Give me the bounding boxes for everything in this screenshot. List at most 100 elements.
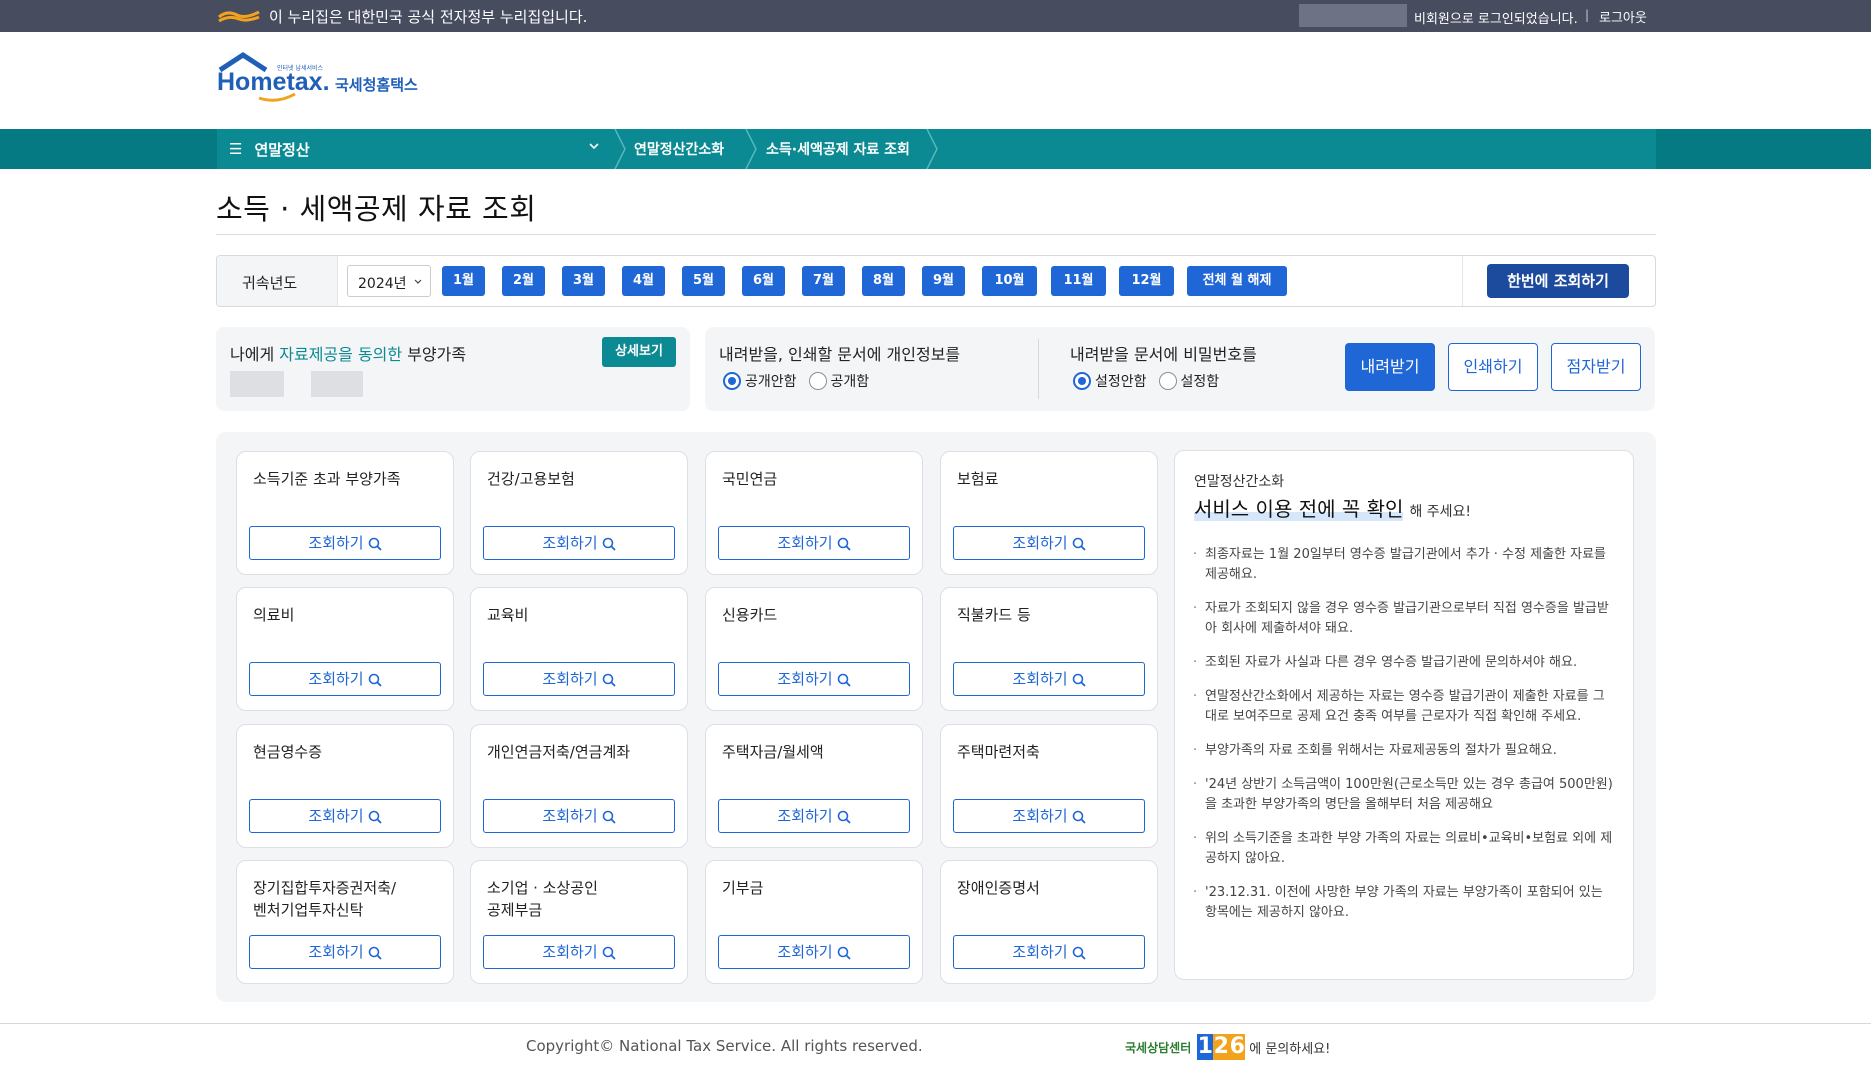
notice-headline: 서비스 이용 전에 꼭 확인 해 주세요! [1194,497,1472,521]
login-status: 비회원으로 로그인되었습니다. [1414,12,1578,27]
search-icon [837,946,851,960]
card-title: 주택자금/월세액 [722,743,824,761]
category-card-debit-card: 직불카드 등 조회하기 [940,587,1158,711]
month-button-8[interactable]: 8월 [862,266,905,296]
password-off-radio[interactable] [1073,372,1091,390]
card-title: 소득기준 초과 부양가족 [253,470,401,488]
card-title: 교육비 [487,606,529,624]
query-button[interactable]: 조회하기 [249,662,441,696]
privacy-hide-radio[interactable] [723,372,741,390]
query-button[interactable]: 조회하기 [953,662,1145,696]
search-icon [368,537,382,551]
query-button[interactable]: 조회하기 [249,799,441,833]
month-button-12[interactable]: 12월 [1119,266,1174,296]
title-divider [216,234,1656,235]
query-button[interactable]: 조회하기 [483,526,675,560]
month-button-4[interactable]: 4월 [622,266,665,296]
password-on-radio[interactable] [1158,372,1177,390]
detail-view-button[interactable]: 상세보기 [602,337,676,367]
download-options-panel: 내려받을, 인쇄할 문서에 개인정보를 공개안함 공개함 내려받을 문서에 비밀… [705,327,1655,411]
card-title: 신용카드 [722,606,778,624]
query-button[interactable]: 조회하기 [718,662,910,696]
deduction-category-grid: 소득기준 초과 부양가족 조회하기 건강/고용보험 조회하기 국민연금 조회하기… [216,432,1656,1002]
privacy-show-label: 공개함 [830,374,870,390]
month-button-5[interactable]: 5월 [682,266,725,296]
card-title: 장기집합투자증권저축/ 벤처기업투자신탁 [253,879,397,919]
footer-divider [0,1023,1871,1024]
search-icon [837,673,851,687]
logo-en: Hometax. [217,68,330,96]
category-card-education: 교육비 조회하기 [470,587,688,711]
main-menu-dropdown[interactable]: ☰ 연말정산 [217,129,613,169]
notice-item: 조회된 자료가 사실과 다른 경우 영수증 발급기관에 문의하셔야 해요. [1193,653,1613,673]
privacy-radio-group: 공개안함 공개함 [723,371,881,391]
download-button[interactable]: 내려받기 [1345,343,1435,391]
hometax-logo[interactable]: Hometax. 인터넷 납세서비스 국세청홈택스 [217,52,432,106]
query-button[interactable]: 조회하기 [718,935,910,969]
query-button[interactable]: 조회하기 [483,799,675,833]
breadcrumb-separator-icon [926,129,938,169]
search-icon [837,537,851,551]
gov-notice-text: 이 누리집은 대한민국 공식 전자정부 누리집입니다. [269,8,588,26]
dependent-name-masked[interactable] [230,371,284,397]
query-button[interactable]: 조회하기 [249,526,441,560]
month-button-10[interactable]: 10월 [982,266,1037,296]
nav-bar: ☰ 연말정산 연말정산간소화 소득·세액공제 자료 조회 [0,129,1871,169]
category-card-medical: 의료비 조회하기 [236,587,454,711]
year-month-filter: 귀속년도 2024년 1월 2월 3월 4월 5월 6월 7월 8월 9월 10… [216,255,1656,307]
privacy-show-radio[interactable] [808,372,827,390]
notice-item: '24년 상반기 소득금액이 100만원(근로소득만 있는 경우 총급여 500… [1193,775,1613,815]
password-radio-group: 설정안함 설정함 [1073,371,1231,391]
card-title: 국민연금 [722,470,778,488]
hometax-logo-icon: Hometax. 인터넷 납세서비스 국세청홈택스 [217,52,418,102]
category-card-disability-certificate: 장애인증명서 조회하기 [940,860,1158,984]
notice-item: 자료가 조회되지 않을 경우 영수증 발급기관으로부터 직접 영수증을 발급받아… [1193,599,1613,639]
query-button[interactable]: 조회하기 [953,935,1145,969]
month-button-7[interactable]: 7월 [802,266,845,296]
month-button-1[interactable]: 1월 [442,266,485,296]
chevron-down-icon [589,143,599,150]
breadcrumb-deduction-lookup[interactable]: 소득·세액공제 자료 조회 [766,129,910,169]
call-center-number: 1 2 6 [1197,1034,1246,1060]
search-icon [602,810,616,824]
category-card-cash-receipt: 현금영수증 조회하기 [236,724,454,848]
category-card-over-income-dependents: 소득기준 초과 부양가족 조회하기 [236,451,454,575]
clear-all-months-button[interactable]: 전체 월 해제 [1187,266,1287,296]
card-title: 건강/고용보험 [487,470,575,488]
category-card-small-business-mutual-aid: 소기업 · 소상공인 공제부금 조회하기 [470,860,688,984]
dependents-consent-panel: 나에게 자료제공을 동의한 부양가족 상세보기 [216,327,690,411]
card-title: 보험료 [957,470,999,488]
year-select[interactable]: 2024년 [347,265,431,297]
print-button[interactable]: 인쇄하기 [1448,343,1538,391]
card-title: 의료비 [253,606,295,624]
notice-subtitle: 연말정산간소화 [1194,474,1285,490]
card-title: 주택마련저축 [957,743,1040,761]
query-button[interactable]: 조회하기 [953,526,1145,560]
query-button[interactable]: 조회하기 [249,935,441,969]
query-button[interactable]: 조회하기 [483,935,675,969]
braille-button[interactable]: 점자받기 [1551,343,1641,391]
query-button[interactable]: 조회하기 [483,662,675,696]
breadcrumb-yearend-simplified[interactable]: 연말정산간소화 [634,129,724,169]
search-icon [1072,810,1086,824]
chevron-down-icon [414,279,422,284]
card-title: 장애인증명서 [957,879,1040,897]
month-button-2[interactable]: 2월 [502,266,545,296]
dependent-name-masked[interactable] [311,371,363,397]
notice-item: '23.12.31. 이전에 사망한 부양 가족의 자료는 부양가족이 포함되어… [1193,883,1613,923]
call-center-suffix: 에 문의하세요! [1249,1041,1331,1057]
category-card-health-employment-insurance: 건강/고용보험 조회하기 [470,451,688,575]
search-icon [837,810,851,824]
logout-link[interactable]: 로그아웃 [1599,7,1647,26]
card-title: 직불카드 등 [957,606,1031,624]
month-button-3[interactable]: 3월 [562,266,605,296]
call-center-banner: 국세상담센터 1 2 6 에 문의하세요! [1125,1034,1330,1060]
query-button[interactable]: 조회하기 [718,799,910,833]
search-icon [1072,537,1086,551]
month-button-9[interactable]: 9월 [922,266,965,296]
query-button[interactable]: 조회하기 [718,526,910,560]
query-button[interactable]: 조회하기 [953,799,1145,833]
query-all-button[interactable]: 한번에 조회하기 [1487,264,1629,298]
month-button-11[interactable]: 11월 [1051,266,1106,296]
month-button-6[interactable]: 6월 [742,266,785,296]
